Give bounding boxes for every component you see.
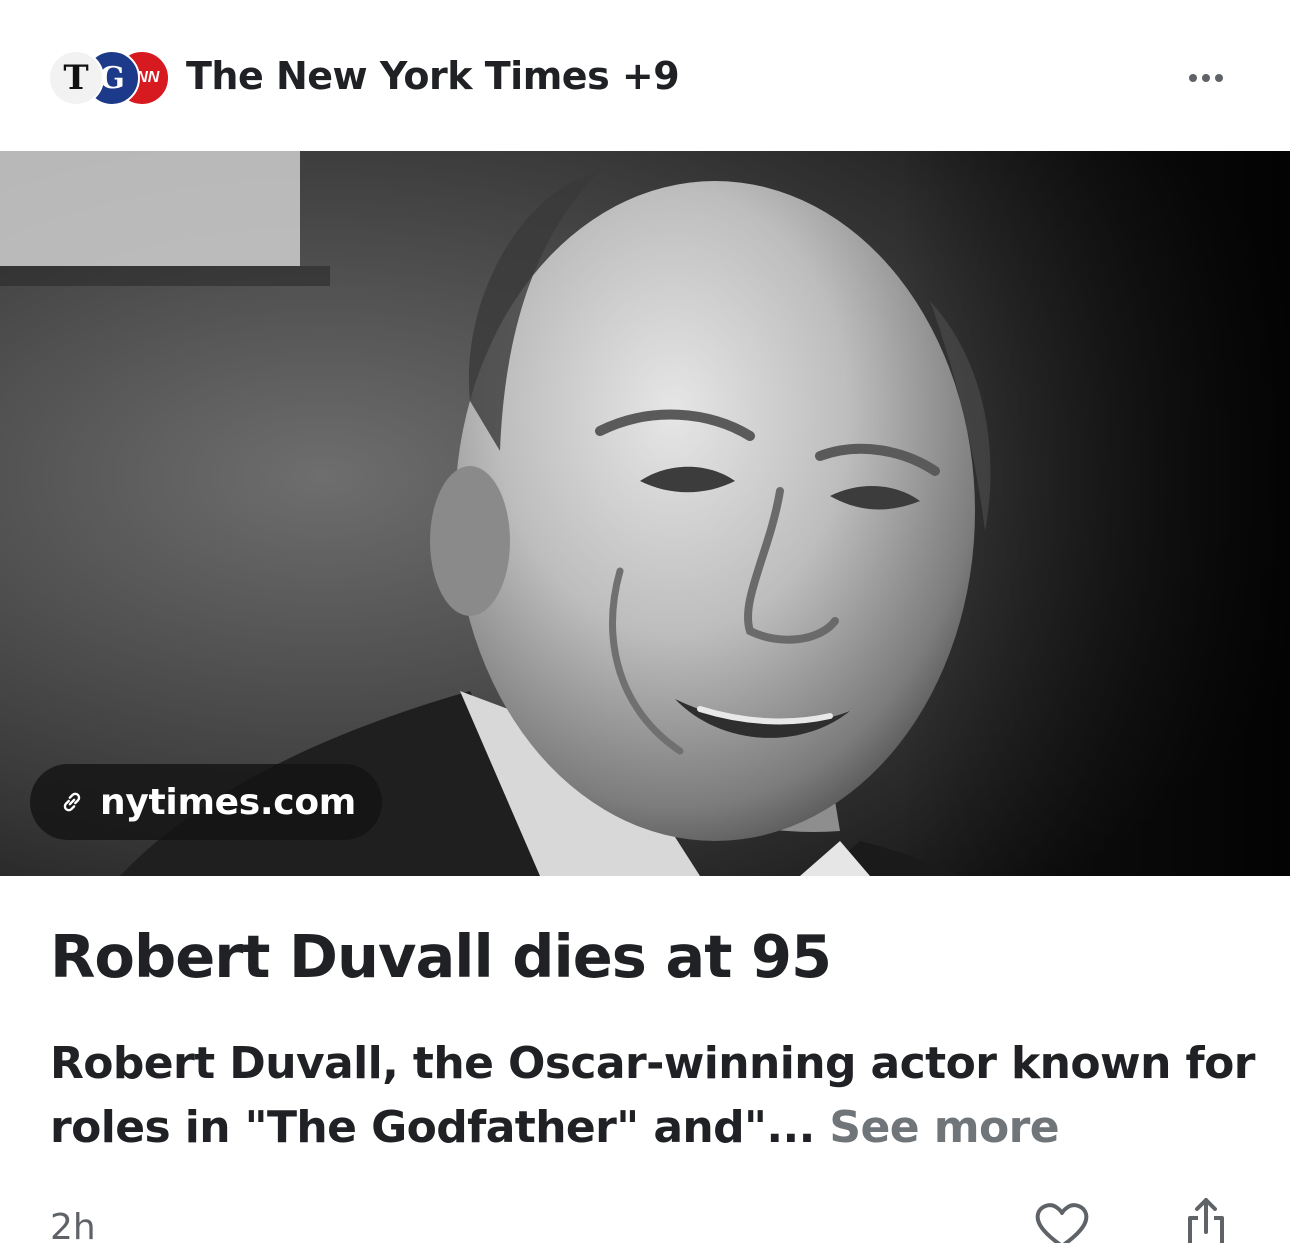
more-horizontal-icon — [1189, 74, 1197, 82]
link-icon — [58, 788, 86, 816]
card-header: T G CNN The New York Times +9 — [0, 0, 1290, 151]
nyt-logo-letter: T — [63, 58, 89, 98]
news-card[interactable]: T G CNN The New York Times +9 nytimes.co… — [0, 0, 1290, 1243]
heart-icon — [1035, 1203, 1089, 1243]
timestamp: 2h — [50, 1207, 96, 1243]
source-link-chip[interactable]: nytimes.com — [30, 764, 382, 840]
see-more-link[interactable]: See more — [829, 1102, 1059, 1153]
link-label: nytimes.com — [100, 781, 356, 823]
share-button[interactable] — [1180, 1196, 1232, 1243]
like-button[interactable] — [1032, 1200, 1092, 1243]
summary-text: Robert Duvall, the Oscar-winning actor k… — [50, 1038, 1255, 1153]
source-logos[interactable]: T G CNN — [48, 50, 170, 108]
nyt-logo-icon: T — [48, 50, 104, 106]
article-summary: Robert Duvall, the Oscar-winning actor k… — [50, 1032, 1260, 1160]
source-title[interactable]: The New York Times +9 — [186, 54, 680, 98]
share-icon — [1188, 1198, 1224, 1243]
article-headline[interactable]: Robert Duvall dies at 95 — [50, 922, 1240, 993]
more-options-button[interactable] — [1180, 58, 1232, 98]
more-horizontal-icon — [1215, 74, 1223, 82]
more-horizontal-icon — [1202, 74, 1210, 82]
